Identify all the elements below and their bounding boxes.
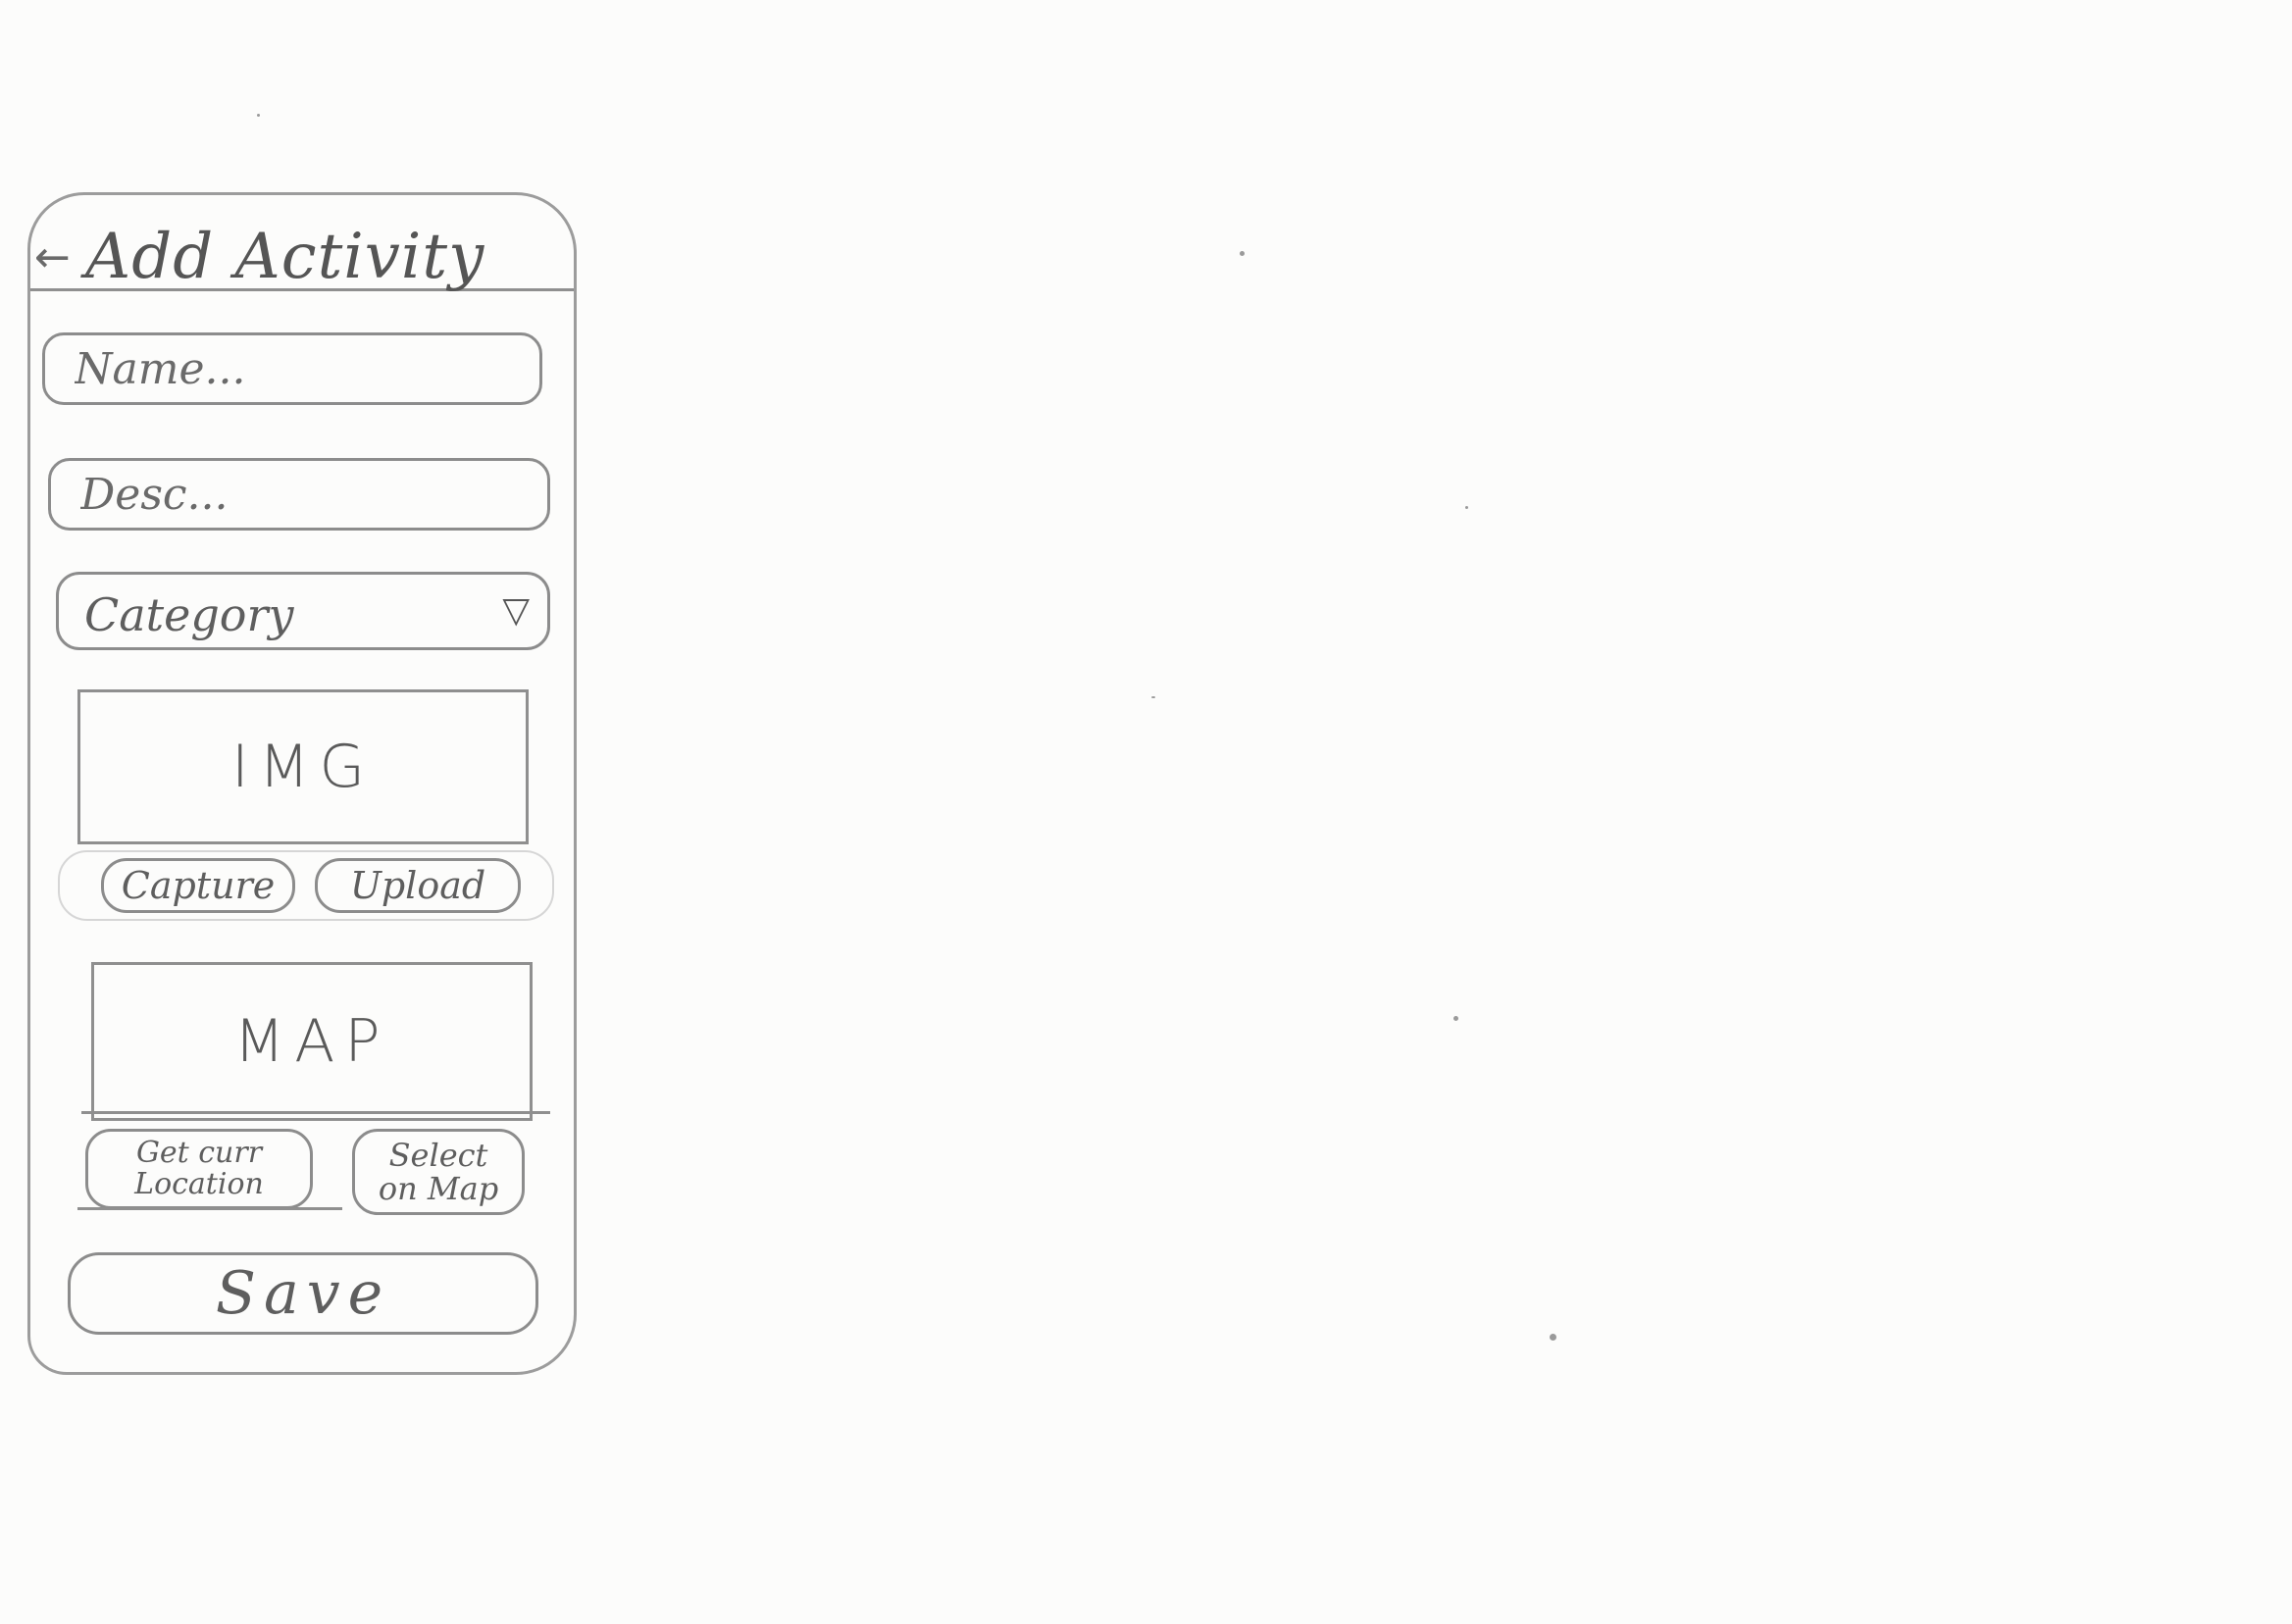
paper-speck	[1465, 506, 1468, 509]
category-label: Category	[84, 588, 294, 641]
back-arrow-icon[interactable]: ←	[34, 236, 71, 279]
location-button-underline	[77, 1207, 342, 1210]
select-on-map-button[interactable]: Select on Map	[352, 1129, 525, 1215]
phone-frame: ← Add Activity Category ▽ IMG Capture Up…	[27, 192, 577, 1375]
paper-speck	[1550, 1334, 1556, 1341]
sketch-paper: ← Add Activity Category ▽ IMG Capture Up…	[0, 0, 2292, 1624]
map-placeholder-label: MAP	[233, 1007, 390, 1076]
image-placeholder-label: IMG	[231, 733, 375, 801]
map-placeholder: MAP	[91, 962, 533, 1121]
image-placeholder: IMG	[77, 689, 529, 844]
dropdown-triangle-icon: ▽	[502, 590, 530, 631]
capture-button[interactable]: Capture	[101, 858, 295, 913]
paper-speck	[1240, 251, 1245, 256]
description-input[interactable]	[48, 458, 550, 531]
app-header: ← Add Activity	[30, 195, 574, 291]
paper-speck	[1453, 1016, 1458, 1021]
page-title: Add Activity	[85, 221, 485, 293]
paper-speck	[257, 114, 260, 117]
name-input[interactable]	[42, 332, 542, 405]
get-current-location-button[interactable]: Get curr Location	[85, 1129, 313, 1209]
category-dropdown[interactable]: Category ▽	[56, 572, 550, 650]
save-button[interactable]: Save	[68, 1252, 538, 1335]
map-divider	[81, 1111, 550, 1114]
paper-speck	[1151, 696, 1155, 698]
upload-button[interactable]: Upload	[315, 858, 521, 913]
